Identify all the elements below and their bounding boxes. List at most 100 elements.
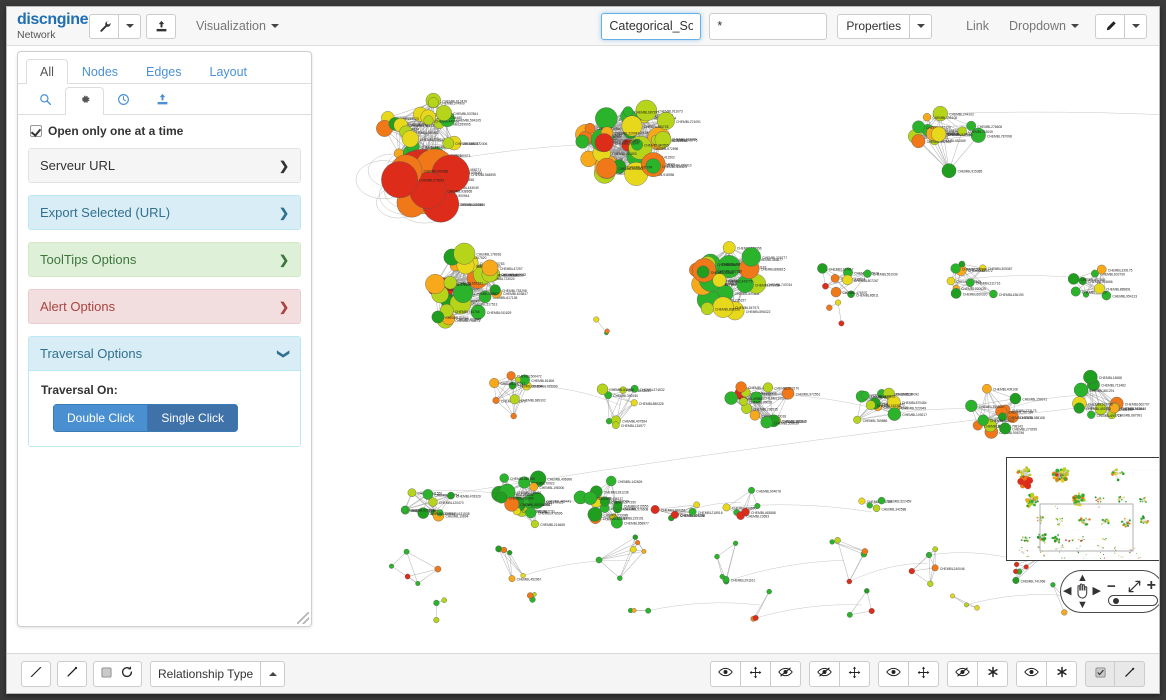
svg-text:CHEMBL608787: CHEMBL608787 xyxy=(455,142,480,146)
hide-edges-button[interactable] xyxy=(809,660,840,687)
select-pick-group[interactable] xyxy=(1085,660,1145,687)
show-star-group[interactable] xyxy=(1016,660,1077,687)
node-visibility-group[interactable] xyxy=(710,660,801,687)
icon-tab-search[interactable] xyxy=(26,87,65,115)
label-visibility-group[interactable] xyxy=(878,660,939,687)
traversal-double-click-button[interactable]: Double Click xyxy=(53,404,149,432)
move-labels-button[interactable] xyxy=(909,660,939,687)
icon-tab-history[interactable] xyxy=(104,87,143,115)
wrench-tools-button[interactable] xyxy=(89,13,119,39)
svg-text:CHEMBL312763: CHEMBL312763 xyxy=(1088,403,1113,407)
svg-text:CHEMBL327417: CHEMBL327417 xyxy=(829,267,854,271)
svg-text:CHEMBL276606: CHEMBL276606 xyxy=(977,125,1002,129)
caret-up-icon xyxy=(268,671,277,676)
svg-text:CHEMBL14688: CHEMBL14688 xyxy=(1099,376,1122,380)
dropdown-menu[interactable]: Dropdown xyxy=(999,19,1089,33)
accordion-alert-options-header[interactable]: Alert Options ❯ xyxy=(28,289,301,324)
hide-all-button[interactable] xyxy=(947,660,978,687)
edit-button-group[interactable] xyxy=(1095,13,1147,39)
svg-text:CHEMBL270295: CHEMBL270295 xyxy=(1012,427,1037,431)
properties-dropdown-toggle[interactable] xyxy=(910,13,933,39)
relationship-type-label[interactable]: Relationship Type xyxy=(150,660,262,687)
show-labels-button[interactable] xyxy=(878,660,909,687)
refresh-selection-button[interactable] xyxy=(93,660,142,687)
tools-dropdown-toggle[interactable] xyxy=(119,13,141,39)
tab-nodes[interactable]: Nodes xyxy=(68,59,132,85)
svg-text:CHEMBL787098: CHEMBL787098 xyxy=(987,134,1012,138)
relationship-type-caret[interactable] xyxy=(261,660,286,687)
traversal-single-click-button[interactable]: Single Click xyxy=(148,404,239,432)
pan-pad[interactable]: ▲ ▼ ◀ ▶ xyxy=(1061,570,1103,613)
tab-edges[interactable]: Edges xyxy=(132,59,195,85)
edge-expand-button[interactable] xyxy=(21,660,51,687)
accordion-tooltips-options-header[interactable]: ToolTips Options ❯ xyxy=(28,242,301,277)
chevron-right-icon[interactable]: ▶ xyxy=(1093,584,1101,597)
properties-button-group[interactable]: Properties xyxy=(837,13,933,39)
svg-text:CHEMBL954123: CHEMBL954123 xyxy=(1112,295,1137,299)
tab-all[interactable]: All xyxy=(26,58,68,84)
accordion-export-selected-header[interactable]: Export Selected (URL) ❯ xyxy=(28,195,301,230)
svg-text:CHEMBL220635: CHEMBL220635 xyxy=(961,287,986,291)
hide-nodes-button[interactable] xyxy=(771,660,801,687)
accordion-export-selected-label: Export Selected (URL) xyxy=(40,205,171,220)
minimap-svg[interactable] xyxy=(1007,458,1160,560)
tools-button-group[interactable] xyxy=(89,13,141,39)
top-toolbar: discngine Network Visualization Categori… xyxy=(7,7,1159,46)
graph-minimap[interactable] xyxy=(1006,457,1160,561)
open-one-at-a-time-row[interactable]: Open only one at a time xyxy=(18,115,311,144)
open-one-at-a-time-checkbox[interactable] xyxy=(30,125,42,137)
icon-tab-export[interactable] xyxy=(143,87,182,115)
move-nodes-button[interactable] xyxy=(741,660,771,687)
edit-button[interactable] xyxy=(1095,13,1125,39)
move-edges-button[interactable] xyxy=(840,660,870,687)
svg-text:CHEMBL904078: CHEMBL904078 xyxy=(756,489,781,493)
link-menu[interactable]: Link xyxy=(956,19,999,33)
accordion-serveur-url-header[interactable]: Serveur URL ❯ xyxy=(28,148,301,183)
network-graph-canvas[interactable]: CHEMBL672406CHEMBL476290CHEMBL559905CHEM… xyxy=(323,47,1160,655)
pin-mode-button[interactable] xyxy=(1115,660,1145,687)
edit-dropdown-toggle[interactable] xyxy=(1125,13,1147,39)
export-image-button[interactable] xyxy=(146,13,176,39)
tab-layout[interactable]: Layout xyxy=(196,59,262,85)
show-nodes-button[interactable] xyxy=(710,660,741,687)
svg-text:CHEMBL409108: CHEMBL409108 xyxy=(993,388,1018,392)
edge-line-button[interactable] xyxy=(57,660,87,687)
panel-resize-handle[interactable] xyxy=(297,612,309,624)
edge-visibility-group[interactable] xyxy=(809,660,870,687)
hide-star-button[interactable] xyxy=(978,660,1008,687)
relationship-type-dropdown[interactable]: Relationship Type xyxy=(150,660,286,687)
svg-text:CHEMBL134977: CHEMBL134977 xyxy=(621,424,646,428)
visualization-menu[interactable]: Visualization xyxy=(186,19,289,33)
svg-text:CHEMBL274091: CHEMBL274091 xyxy=(676,120,701,124)
chevron-left-icon[interactable]: ◀ xyxy=(1063,584,1071,597)
svg-text:CHEMBL753298: CHEMBL753298 xyxy=(502,289,527,293)
zoom-slider[interactable] xyxy=(1108,595,1158,606)
hide-star-group[interactable] xyxy=(947,660,1008,687)
hand-pan-icon[interactable] xyxy=(1074,582,1090,604)
network-graph-svg[interactable]: CHEMBL672406CHEMBL476290CHEMBL559905CHEM… xyxy=(323,47,1160,655)
svg-text:CHEMBL689102: CHEMBL689102 xyxy=(521,398,546,402)
edit-pencil-icon xyxy=(1104,20,1117,33)
show-all-button[interactable] xyxy=(1016,660,1047,687)
filter-query-input[interactable] xyxy=(709,12,828,40)
zoom-in-button[interactable]: + xyxy=(1147,577,1156,595)
svg-text:CHEMBL741068: CHEMBL741068 xyxy=(1021,579,1046,583)
show-star-button[interactable] xyxy=(1047,660,1077,687)
visualization-name-input[interactable] xyxy=(601,12,702,40)
properties-button[interactable]: Properties xyxy=(837,13,911,39)
svg-text:CHEMBL211893: CHEMBL211893 xyxy=(612,152,637,156)
icon-tab-settings[interactable] xyxy=(65,87,104,115)
minimap-viewport-rect xyxy=(1039,503,1134,552)
accordion-serveur-url: Serveur URL ❯ xyxy=(28,148,301,183)
traversal-options-body: Traversal On: Double Click Single Click xyxy=(29,371,300,446)
chevron-down-icon xyxy=(1131,24,1140,28)
accordion-traversal-options-header[interactable]: Traversal Options ❯ xyxy=(29,337,300,371)
zoom-out-button[interactable]: − xyxy=(1107,578,1116,595)
svg-text:CHEMBL81608: CHEMBL81608 xyxy=(531,379,554,383)
traversal-mode-toggle[interactable]: Double Click Single Click xyxy=(53,404,239,432)
select-mode-button[interactable] xyxy=(1085,660,1115,687)
visualization-menu-label: Visualization xyxy=(196,19,266,33)
zoom-pan-control[interactable]: ▲ ▼ ◀ ▶ − + xyxy=(1060,570,1159,613)
zoom-slider-thumb[interactable] xyxy=(1113,597,1119,604)
move-arrows-icon xyxy=(848,666,861,682)
